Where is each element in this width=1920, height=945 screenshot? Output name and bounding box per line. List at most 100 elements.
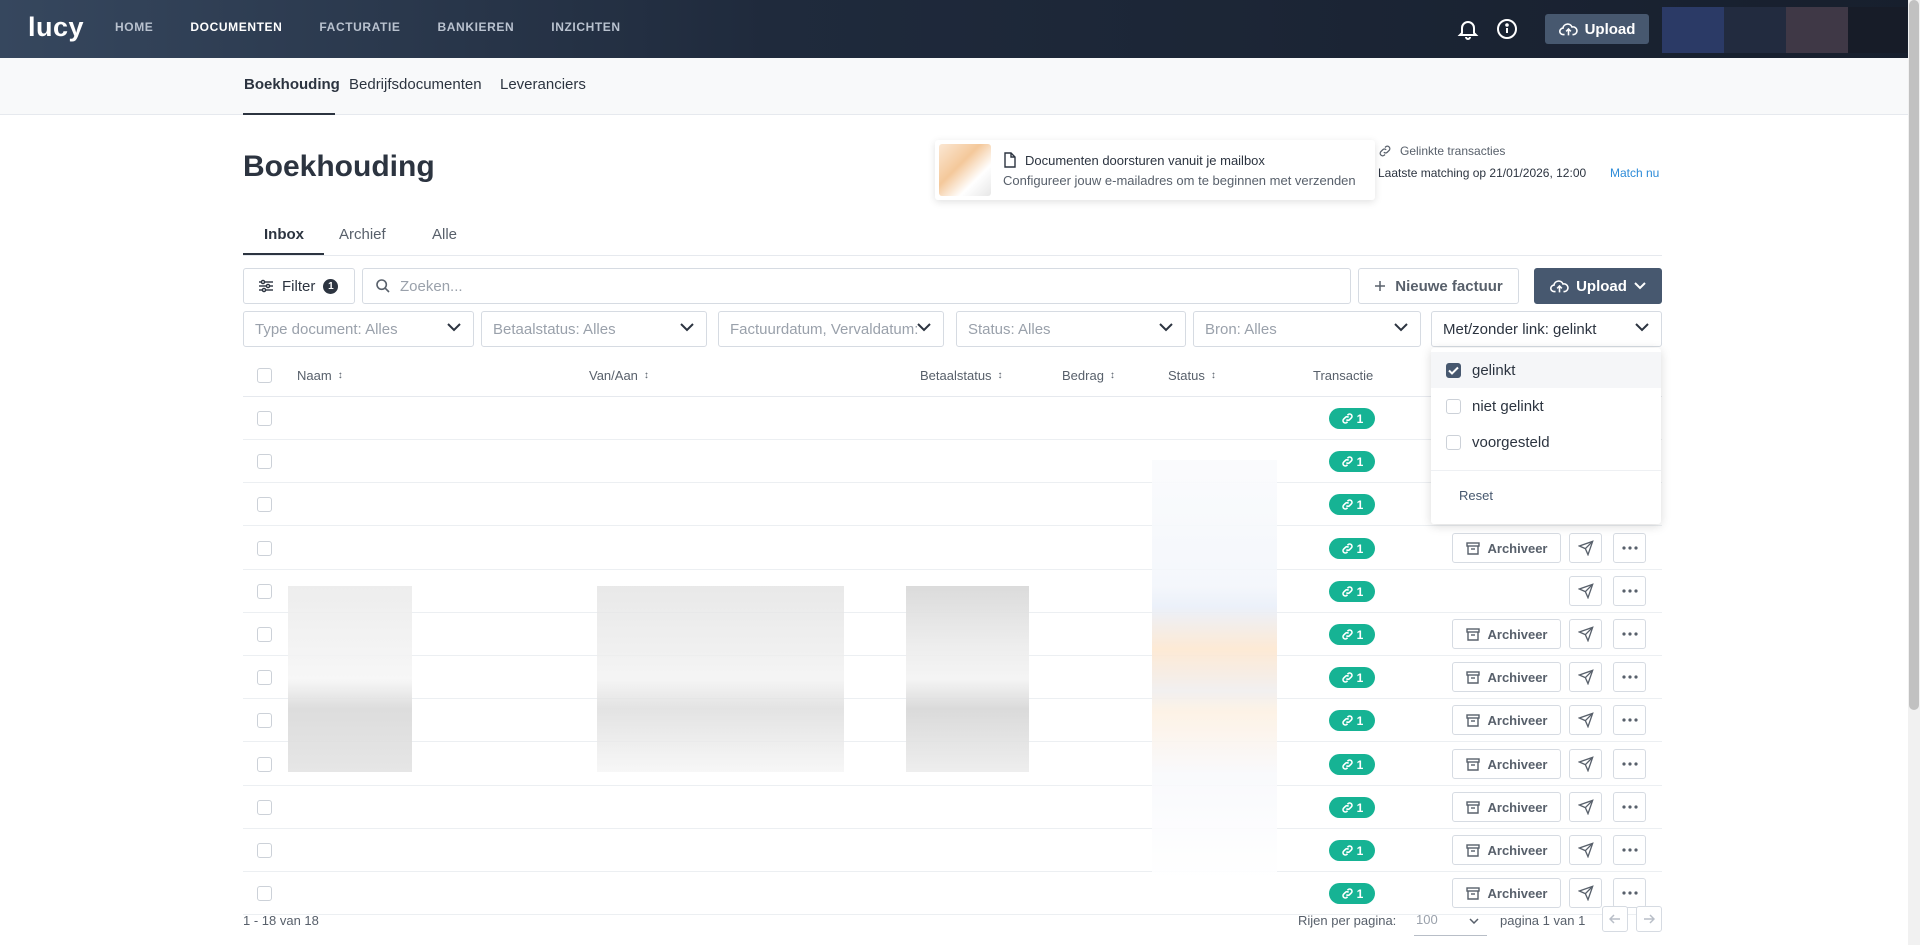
send-button[interactable] — [1569, 705, 1602, 735]
more-actions-button[interactable] — [1613, 749, 1646, 779]
filter-factuurdatum[interactable]: Factuurdatum, Vervaldatum: — [718, 311, 944, 347]
send-button[interactable] — [1569, 662, 1602, 692]
row-checkbox[interactable] — [257, 411, 272, 426]
tab-inbox[interactable]: Inbox — [264, 226, 304, 243]
search-input[interactable] — [400, 277, 1300, 295]
filter-button[interactable]: Filter 1 — [243, 268, 355, 304]
transaction-link-badge[interactable]: 1 — [1329, 754, 1375, 775]
row-checkbox[interactable] — [257, 454, 272, 469]
send-button[interactable] — [1569, 792, 1602, 822]
checkbox-voorgesteld[interactable] — [1446, 434, 1461, 450]
more-actions-button[interactable] — [1613, 705, 1646, 735]
transaction-link-badge[interactable]: 1 — [1329, 581, 1375, 602]
archive-button[interactable]: Archiveer — [1452, 792, 1561, 822]
tab-alle[interactable]: Alle — [432, 226, 457, 243]
tab-archief[interactable]: Archief — [339, 226, 386, 243]
column-naam[interactable]: Naam ↕ — [297, 368, 343, 383]
filter-type-document[interactable]: Type document: Alles — [243, 311, 474, 347]
transaction-link-badge[interactable]: 1 — [1329, 667, 1375, 688]
send-button[interactable] — [1569, 749, 1602, 779]
send-button[interactable] — [1569, 533, 1602, 563]
send-button[interactable] — [1569, 878, 1602, 908]
archive-button[interactable]: Archiveer — [1452, 749, 1561, 779]
match-now-link[interactable]: Match nu — [1610, 166, 1659, 180]
archive-button[interactable]: Archiveer — [1452, 878, 1561, 908]
filter-betaalstatus[interactable]: Betaalstatus: Alles — [481, 311, 707, 347]
more-actions-button[interactable] — [1613, 662, 1646, 692]
new-invoice-button[interactable]: Nieuwe factuur — [1358, 268, 1519, 304]
page-scrollbar-thumb[interactable] — [1909, 0, 1919, 710]
row-checkbox[interactable] — [257, 497, 272, 512]
nav-facturatie[interactable]: FACTURATIE — [319, 20, 400, 34]
row-checkbox[interactable] — [257, 670, 272, 685]
filter-bron[interactable]: Bron: Alles — [1193, 311, 1421, 347]
row-checkbox[interactable] — [257, 541, 272, 556]
account-area[interactable] — [1662, 7, 1907, 53]
checkbox-niet-gelinkt[interactable] — [1446, 398, 1461, 414]
option-niet-gelinkt[interactable]: niet gelinkt — [1431, 388, 1661, 424]
transaction-link-badge[interactable]: 1 — [1329, 840, 1375, 861]
transaction-link-badge[interactable]: 1 — [1329, 797, 1375, 818]
option-voorgesteld[interactable]: voorgesteld — [1431, 424, 1661, 460]
subtab-bedrijfsdocumenten[interactable]: Bedrijfsdocumenten — [349, 76, 482, 93]
checkbox-gelinkt[interactable] — [1446, 362, 1461, 378]
bell-icon[interactable] — [1456, 17, 1480, 41]
archive-button[interactable]: Archiveer — [1452, 619, 1561, 649]
nav-inzichten[interactable]: INZICHTEN — [551, 20, 620, 34]
row-checkbox[interactable] — [257, 843, 272, 858]
archive-button[interactable]: Archiveer — [1452, 705, 1561, 735]
nav-bankieren[interactable]: BANKIEREN — [438, 20, 515, 34]
top-navbar: lucy HOME DOCUMENTEN FACTURATIE BANKIERE… — [0, 0, 1920, 58]
row-checkbox[interactable] — [257, 584, 272, 599]
column-van-aan[interactable]: Van/Aan ↕ — [589, 368, 649, 383]
nav-home[interactable]: HOME — [115, 20, 153, 34]
prev-page-button[interactable] — [1602, 906, 1628, 932]
subtab-leveranciers[interactable]: Leveranciers — [500, 76, 586, 93]
filter-status[interactable]: Status: Alles — [956, 311, 1186, 347]
more-actions-button[interactable] — [1613, 878, 1646, 908]
table-row[interactable]: 1 Archiveer — [243, 527, 1662, 570]
option-gelinkt[interactable]: gelinkt — [1431, 352, 1661, 388]
transaction-link-badge[interactable]: 1 — [1329, 408, 1375, 429]
more-actions-button[interactable] — [1613, 835, 1646, 865]
row-checkbox[interactable] — [257, 713, 272, 728]
send-button[interactable] — [1569, 835, 1602, 865]
subtab-boekhouding[interactable]: Boekhouding — [244, 76, 340, 93]
transaction-link-badge[interactable]: 1 — [1329, 624, 1375, 645]
search-box[interactable] — [362, 268, 1351, 304]
upload-button-top[interactable]: Upload — [1545, 14, 1649, 44]
rows-per-page-select[interactable]: 100 — [1414, 906, 1487, 936]
column-betaalstatus[interactable]: Betaalstatus ↕ — [920, 368, 1003, 383]
column-bedrag[interactable]: Bedrag ↕ — [1062, 368, 1115, 383]
transaction-link-badge[interactable]: 1 — [1329, 883, 1375, 904]
info-icon[interactable] — [1495, 17, 1519, 41]
send-button[interactable] — [1569, 576, 1602, 606]
next-page-button[interactable] — [1636, 906, 1662, 932]
more-actions-button[interactable] — [1613, 533, 1646, 563]
archive-button[interactable]: Archiveer — [1452, 835, 1561, 865]
select-all-checkbox[interactable] — [257, 368, 272, 383]
row-checkbox[interactable] — [257, 886, 272, 901]
transaction-link-badge[interactable]: 1 — [1329, 710, 1375, 731]
nav-documenten[interactable]: DOCUMENTEN — [190, 20, 282, 34]
filter-met-zonder-link[interactable]: Met/zonder link: gelinkt — [1431, 311, 1662, 347]
archive-button[interactable]: Archiveer — [1452, 662, 1561, 692]
upload-button[interactable]: Upload — [1534, 268, 1662, 304]
more-actions-button[interactable] — [1613, 619, 1646, 649]
row-checkbox[interactable] — [257, 757, 272, 772]
lucy-logo[interactable]: lucy — [28, 12, 84, 43]
send-button[interactable] — [1569, 619, 1602, 649]
row-checkbox[interactable] — [257, 627, 272, 642]
column-status[interactable]: Status ↕ — [1168, 368, 1216, 383]
transaction-link-badge[interactable]: 1 — [1329, 538, 1375, 559]
reset-button[interactable]: Reset — [1459, 488, 1493, 503]
transaction-link-badge[interactable]: 1 — [1329, 494, 1375, 515]
row-checkbox[interactable] — [257, 800, 272, 815]
more-actions-button[interactable] — [1613, 792, 1646, 822]
table-row[interactable]: 1 Archiveer — [243, 829, 1662, 872]
archive-button[interactable]: Archiveer — [1452, 533, 1561, 563]
transaction-link-badge[interactable]: 1 — [1329, 451, 1375, 472]
mailbox-forward-card[interactable]: Documenten doorsturen vanuit je mailbox … — [935, 140, 1375, 200]
table-row[interactable]: 1 Archiveer — [243, 786, 1662, 829]
more-actions-button[interactable] — [1613, 576, 1646, 606]
